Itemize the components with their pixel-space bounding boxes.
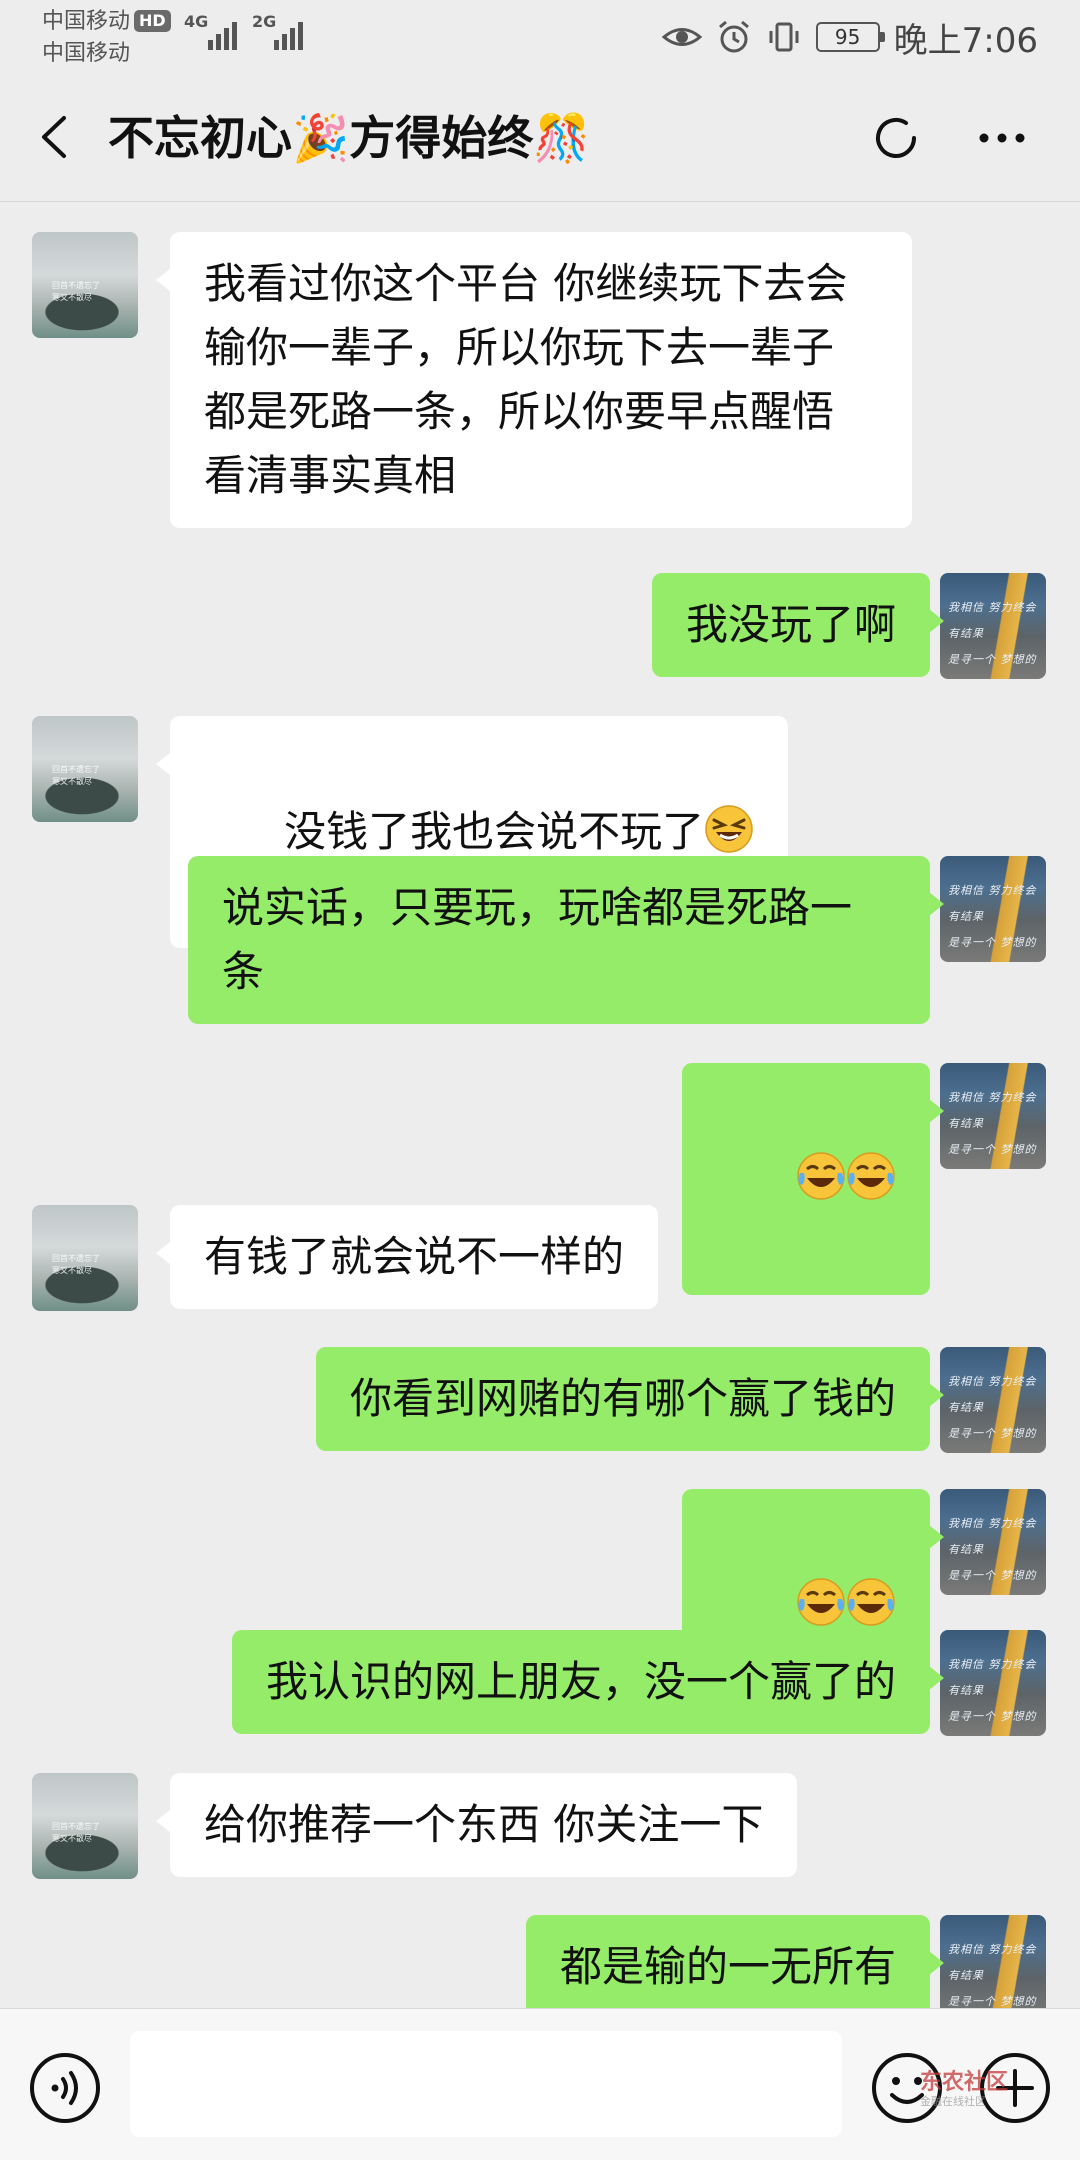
grin-squint-emoji-icon xyxy=(705,805,753,853)
message-row: 回首不遗忘了 寒又不散尽 给你推荐一个东西 你关注一下 xyxy=(0,1773,1080,1883)
contact-avatar[interactable]: 回首不遗忘了 寒又不散尽 xyxy=(32,1205,138,1311)
message-bubble-outgoing[interactable]: 你看到网赌的有哪个赢了钱的 xyxy=(315,1347,945,1451)
chat-header: 不忘初心🎉方得始终🎊 xyxy=(0,72,1080,202)
message-row: 我相信 努力终会有结果是寻一个 梦想的时间 都是输的一无所有 xyxy=(0,1915,1080,2008)
status-right: 95 晚上7:06 xyxy=(661,12,1038,62)
battery-indicator: 95 xyxy=(815,22,885,52)
my-avatar[interactable]: 我相信 努力终会有结果是寻一个 梦想的时间 xyxy=(940,856,1046,962)
carrier-name-1: 中国移动 xyxy=(42,9,131,34)
chat-messages[interactable]: 回首不遗忘了 寒又不散尽 我看过你这个平台 你继续玩下去会 输你一辈子，所以你玩下… xyxy=(0,203,1080,2008)
battery-level: 95 xyxy=(834,25,861,49)
contact-avatar[interactable]: 回首不遗忘了 寒又不散尽 xyxy=(32,232,138,338)
chat-title: 不忘初心🎉方得始终🎊 xyxy=(108,111,591,165)
watermark-sub: 金融在线社区 xyxy=(920,2095,986,2108)
message-bubble-outgoing[interactable]: 说实话，只要玩，玩啥都是死路一 条 xyxy=(188,856,944,1024)
message-bubble-incoming[interactable]: 给你推荐一个东西 你关注一下 xyxy=(155,1773,798,1877)
my-avatar[interactable]: 我相信 努力终会有结果是寻一个 梦想的时间 xyxy=(940,1630,1046,1736)
tears-of-joy-emoji-icon xyxy=(797,1152,845,1200)
refresh-icon[interactable] xyxy=(870,112,922,164)
signal-bars-2-icon xyxy=(274,16,303,50)
network-type-2: 2G xyxy=(252,12,277,31)
contact-avatar[interactable]: 回首不遗忘了 寒又不散尽 xyxy=(32,716,138,822)
message-text: 没钱了我也会说不玩了 xyxy=(284,807,705,856)
tears-of-joy-emoji-icon xyxy=(847,1578,895,1626)
vibrate-icon xyxy=(769,22,799,52)
message-input[interactable] xyxy=(130,2031,842,2137)
message-row: 我相信 努力终会有结果是寻一个 梦想的时间 说实话，只要玩，玩啥都是死路一 条 xyxy=(0,856,1080,1036)
voice-icon[interactable] xyxy=(28,2051,102,2125)
clock: 晚上7:06 xyxy=(893,20,1038,61)
message-row: 我相信 努力终会有结果是寻一个 梦想的时间 你看到网赌的有哪个赢了钱的 xyxy=(0,1347,1080,1457)
hd-badge: HD xyxy=(134,10,171,32)
alarm-icon xyxy=(718,20,749,53)
message-row: 我相信 努力终会有结果是寻一个 梦想的时间 xyxy=(0,1063,1080,1295)
input-bar: 东农社区 金融在线社区 xyxy=(0,2008,1080,2160)
message-bubble-incoming[interactable]: 我看过你这个平台 你继续玩下去会 输你一辈子，所以你玩下去一辈子 都是死路一条，… xyxy=(156,232,912,528)
tears-of-joy-emoji-icon xyxy=(847,1152,895,1200)
my-avatar[interactable]: 我相信 努力终会有结果是寻一个 梦想的时间 xyxy=(940,1915,1046,2008)
back-icon[interactable] xyxy=(30,110,80,164)
message-row: 我相信 努力终会有结果是寻一个 梦想的时间 xyxy=(0,1489,1080,1721)
eye-icon xyxy=(661,28,702,46)
message-bubble-outgoing[interactable]: 都是输的一无所有 xyxy=(525,1915,945,2008)
message-bubble-outgoing[interactable]: 我没玩了啊 xyxy=(651,573,945,677)
my-avatar[interactable]: 我相信 努力终会有结果是寻一个 梦想的时间 xyxy=(940,1347,1046,1453)
carrier-info: 中国移动 HD 中国移动 xyxy=(42,6,171,70)
message-row: 回首不遗忘了 寒又不散尽 我看过你这个平台 你继续玩下去会 输你一辈子，所以你玩下… xyxy=(0,232,1080,562)
watermark-main: 东农社区 xyxy=(920,2070,1009,2095)
tears-of-joy-emoji-icon xyxy=(797,1578,845,1626)
carrier-name-2: 中国移动 xyxy=(42,41,131,66)
my-avatar[interactable]: 我相信 努力终会有结果是寻一个 梦想的时间 xyxy=(940,1063,1046,1169)
network-type-1: 4G xyxy=(184,12,209,31)
message-row: 回首不遗忘了 寒又不散尽 有钱了就会说不一样的 xyxy=(0,1205,1080,1315)
message-row: 我相信 努力终会有结果是寻一个 梦想的时间 我认识的网上朋友，没一个赢了的 xyxy=(0,1630,1080,1740)
more-icon[interactable] xyxy=(972,112,1032,164)
signal-bars-1-icon xyxy=(208,16,237,50)
message-row: 我相信 努力终会有结果是寻一个 梦想的时间 我没玩了啊 xyxy=(0,573,1080,683)
contact-avatar[interactable]: 回首不遗忘了 寒又不散尽 xyxy=(32,1773,138,1879)
watermark: 东农社区 金融在线社区 xyxy=(920,2071,1008,2109)
my-avatar[interactable]: 我相信 努力终会有结果是寻一个 梦想的时间 xyxy=(940,573,1046,679)
message-row: 回首不遗忘了 寒又不散尽 没钱了我也会说不玩了 xyxy=(0,716,1080,948)
message-bubble-outgoing[interactable]: 我认识的网上朋友，没一个赢了的 xyxy=(231,1630,945,1734)
status-bar: 中国移动 HD 中国移动 4G 2G 95 晚上7:06 xyxy=(0,0,1080,72)
message-bubble-incoming[interactable]: 有钱了就会说不一样的 xyxy=(155,1205,659,1309)
my-avatar[interactable]: 我相信 努力终会有结果是寻一个 梦想的时间 xyxy=(940,1489,1046,1595)
